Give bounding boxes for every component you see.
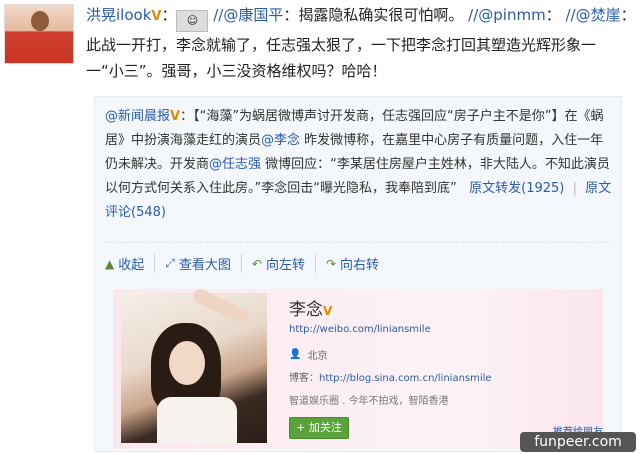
verified-badge: V [151, 9, 162, 24]
view-large-button[interactable]: ⤢ 查看大图 [155, 254, 242, 273]
profile-name: 李念V [289, 300, 333, 320]
profile-location: 👤 北京 [289, 349, 328, 362]
person-icon: 👤 [289, 349, 302, 360]
author-name-link[interactable]: 洪晃ilook [86, 6, 151, 24]
avatar-face [31, 11, 49, 31]
arrow-up-icon: ▲ [105, 256, 115, 271]
profile-card-image[interactable]: 李念V http://weibo.com/liniansmile 👤 北京 博客：… [113, 286, 603, 449]
quoted-post: @新闻晨报V：【“海藻”为蜗居微博声讨开发商，任志强回应“房子户主不是你”】在《… [94, 96, 622, 452]
forward-text-1: ：揭露隐私确实很可怕啊。 [283, 6, 464, 24]
forward-user-1[interactable]: //@康国平 [213, 6, 283, 24]
image-actions-bar: ▲ 收起 ⤢ 查看大图 ↶ 向左转 ↷ 向右转 [103, 254, 389, 273]
forward-user-2[interactable]: //@pinmm [468, 6, 546, 24]
weibo-post-text: 洪晃ilookV： ☺ //@康国平：揭露隐私确实很可怕啊。 //@pinmm： … [86, 6, 636, 80]
post-body-line-1: 此战一开打，李念就输了，任志强太狠了，一下把李念打回其塑造光辉形象一 [86, 36, 597, 54]
rotate-right-button[interactable]: ↷ 向右转 [316, 254, 389, 274]
profile-url: http://weibo.com/liniansmile [289, 324, 431, 335]
original-repost-link[interactable]: 原文转发(1925) [469, 181, 564, 196]
quoted-post-text: @新闻晨报V：【“海藻”为蜗居微博声讨开发商，任志强回应“房子户主不是你”】在《… [105, 109, 612, 220]
divider [105, 242, 609, 243]
author-avatar[interactable] [4, 4, 74, 64]
follow-button: + 加关注 [289, 417, 349, 439]
source-user-link[interactable]: @新闻晨报 [105, 109, 170, 124]
mention-linian[interactable]: @李念 [261, 133, 300, 148]
rotate-left-icon: ↶ [251, 256, 262, 271]
source-verified-badge: V [170, 109, 181, 124]
site-watermark: funpeer.com [520, 432, 636, 452]
profile-blog: 博客：http://blog.sina.com.cn/liniansmile [289, 373, 492, 384]
emoticon-icon: ☺ [176, 10, 209, 32]
post-body-line-2: 一“小三”。强哥，小三没资格维权吗？哈哈！ [86, 62, 387, 80]
rotate-left-button[interactable]: ↶ 向左转 [242, 254, 316, 273]
profile-verified-badge: V [323, 304, 333, 318]
rotate-right-icon: ↷ [325, 256, 337, 271]
collapse-button[interactable]: ▲ 收起 [103, 254, 156, 273]
enlarge-icon: ⤢ [165, 256, 175, 270]
mention-renzhiqiang[interactable]: @任志强 [209, 157, 261, 172]
forward-user-3[interactable]: //@焚崖 [565, 6, 620, 24]
profile-description: 智道娱乐圈 . 今年不拍戏，智陌香港 [289, 396, 449, 407]
profile-photo [121, 286, 267, 443]
